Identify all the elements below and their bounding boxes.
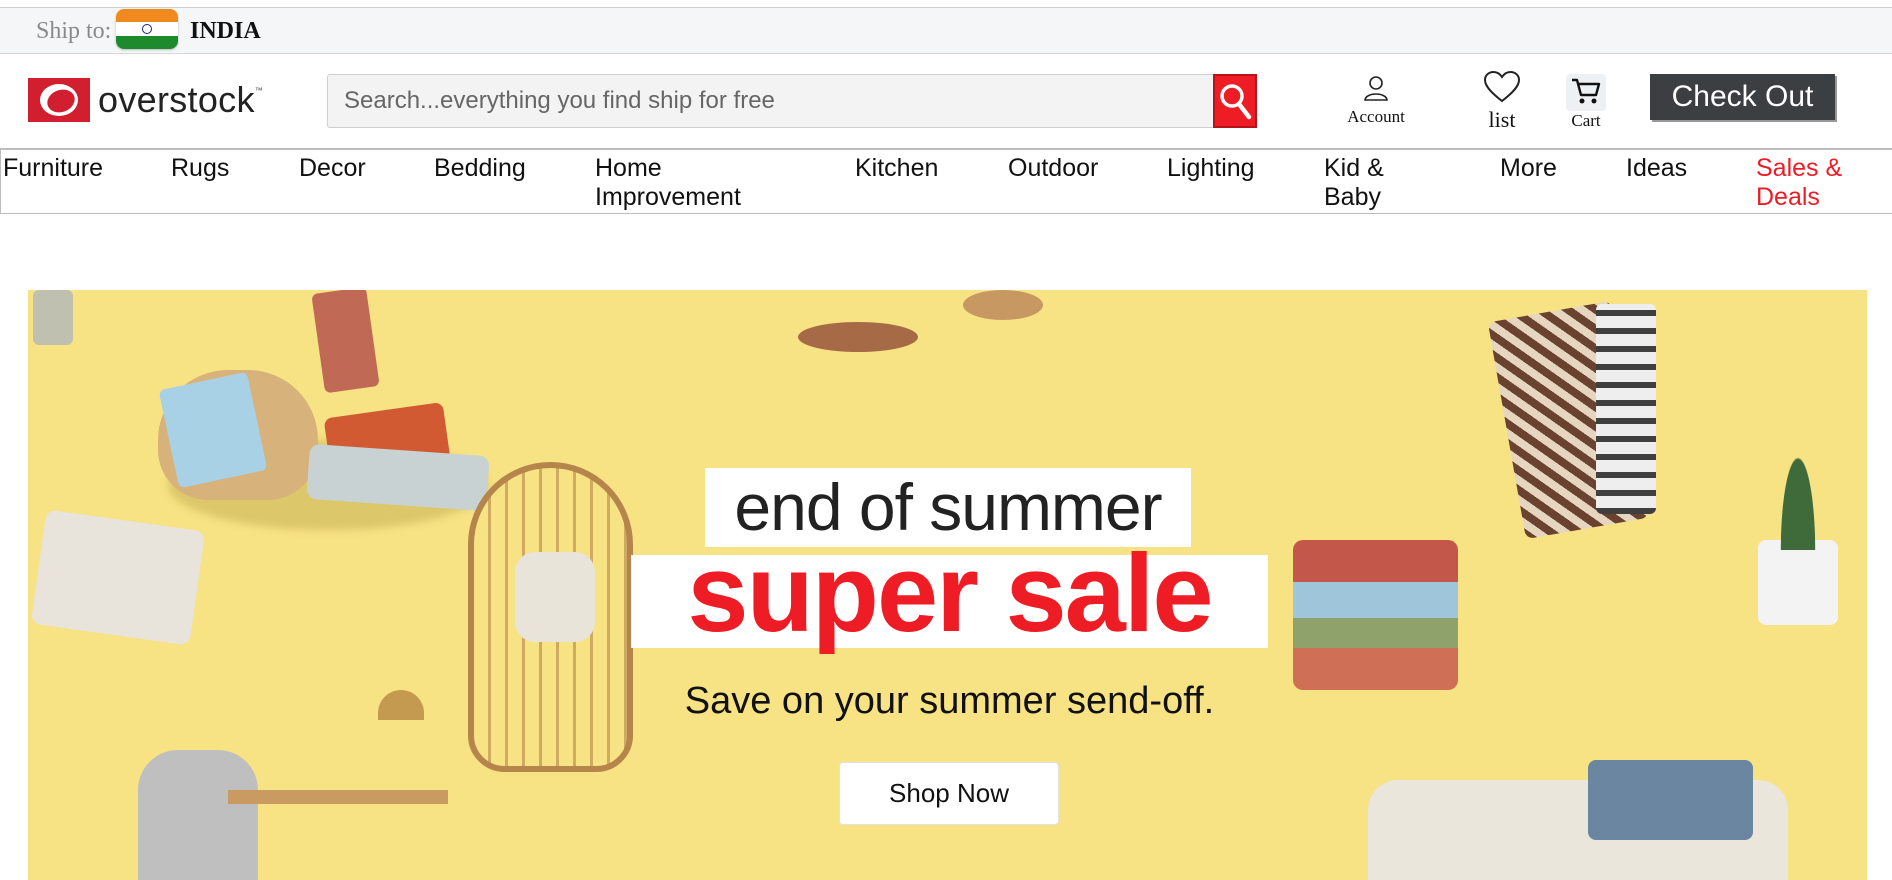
- plant-image: [1768, 390, 1828, 550]
- user-icon: [1364, 76, 1388, 101]
- nav-item-kitchen[interactable]: Kitchen: [855, 154, 938, 183]
- egg-chair-cushion-image: [515, 552, 595, 642]
- search-box: [327, 74, 1215, 128]
- overstock-logo[interactable]: overstock ™: [28, 78, 263, 122]
- nav-item-lighting[interactable]: Lighting: [1167, 154, 1255, 183]
- nav-item-home-improvement[interactable]: Home Improvement: [595, 154, 765, 212]
- cart-icon: [1572, 78, 1601, 104]
- account-label: Account: [1347, 107, 1405, 126]
- hero-subheading: Save on your summer send-off.: [684, 680, 1215, 722]
- nav-item-bedding[interactable]: Bedding: [434, 154, 526, 183]
- nav-item-outdoor[interactable]: Outdoor: [1008, 154, 1098, 183]
- nav-item-kid-baby[interactable]: Kid & Baby: [1324, 154, 1414, 212]
- floral-pillow-image: [1588, 760, 1753, 840]
- account-link[interactable]: Account: [1336, 74, 1416, 127]
- logo-trademark: ™: [254, 86, 263, 95]
- search-button[interactable]: [1213, 74, 1257, 128]
- cart-label: Cart: [1571, 111, 1601, 130]
- office-chair-image: [138, 750, 258, 880]
- category-nav: Furniture Rugs Decor Bedding Home Improv…: [0, 148, 1892, 214]
- desk-lamp-image: [378, 690, 424, 720]
- wishlist-label: list: [1488, 107, 1516, 132]
- side-table-image: [798, 322, 918, 352]
- india-flag-icon[interactable]: [116, 9, 178, 49]
- nav-item-more[interactable]: More: [1500, 154, 1557, 183]
- nav-item-ideas[interactable]: Ideas: [1626, 154, 1687, 183]
- hero-banner[interactable]: end of summer super sale Save on your su…: [28, 290, 1867, 880]
- wishlist-link[interactable]: list: [1470, 70, 1534, 133]
- stacked-cushions-image: [1293, 540, 1458, 690]
- ship-to-country[interactable]: INDIA: [190, 18, 261, 45]
- rolled-rug-image: [1596, 304, 1656, 514]
- overstock-logo-icon: [28, 78, 90, 122]
- nav-item-sales-deals[interactable]: Sales & Deals: [1756, 154, 1866, 212]
- shop-now-button[interactable]: Shop Now: [839, 762, 1059, 825]
- stool-image: [963, 290, 1043, 320]
- nav-item-furniture[interactable]: Furniture: [3, 154, 103, 183]
- desk-image: [228, 790, 448, 804]
- cart-link[interactable]: Cart: [1560, 74, 1612, 131]
- white-planter-image: [1758, 540, 1838, 625]
- ship-to-label: Ship to:: [36, 18, 112, 44]
- site-header: overstock ™ Account list Cart: [0, 54, 1892, 150]
- ship-to-bar: Ship to: INDIA: [0, 8, 1892, 54]
- hero-heading-line2: super sale: [687, 532, 1213, 655]
- hanging-rug-image: [311, 290, 380, 394]
- planter-image: [33, 290, 73, 345]
- search-input[interactable]: [328, 75, 1208, 127]
- folded-towels-image: [30, 509, 206, 646]
- search-icon: [1220, 84, 1252, 120]
- heart-icon: [1483, 70, 1521, 103]
- nav-item-decor[interactable]: Decor: [299, 154, 366, 183]
- checkout-button[interactable]: Check Out: [1650, 74, 1835, 120]
- nav-item-rugs[interactable]: Rugs: [171, 154, 229, 183]
- logo-text: overstock: [98, 79, 255, 120]
